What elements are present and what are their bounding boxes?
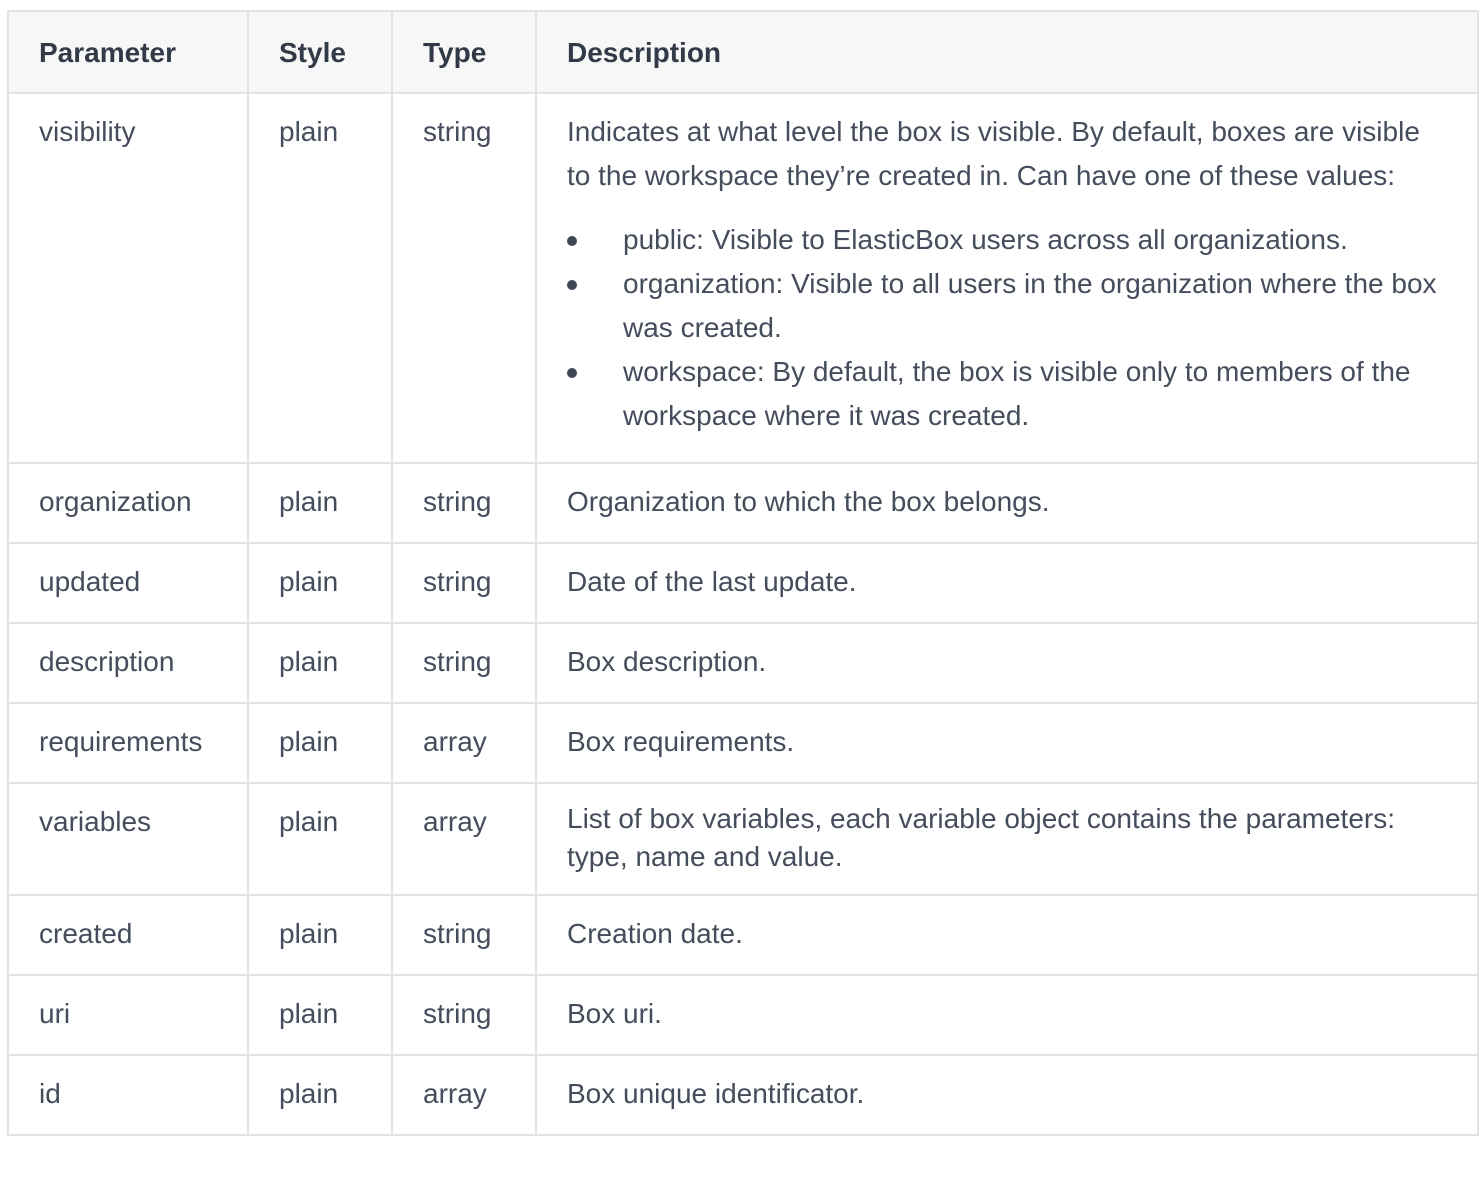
parameters-table: Parameter Style Type Description visibil… — [7, 10, 1479, 1136]
table-row: description plain string Box description… — [7, 622, 1479, 704]
cell-description: Box requirements. — [535, 702, 1479, 784]
cell-type: array — [391, 782, 537, 896]
list-item-text: public: Visible to ElasticBox users acro… — [623, 224, 1348, 255]
cell-parameter: variables — [7, 782, 249, 896]
cell-style: plain — [247, 782, 393, 896]
table-row: uri plain string Box uri. — [7, 974, 1479, 1056]
cell-description: Creation date. — [535, 894, 1479, 976]
cell-style: plain — [247, 622, 393, 704]
cell-type: string — [391, 92, 537, 464]
cell-description: Box unique identificator. — [535, 1054, 1479, 1136]
cell-parameter: created — [7, 894, 249, 976]
cell-type: string — [391, 622, 537, 704]
cell-type: string — [391, 462, 537, 544]
cell-description: Date of the last update. — [535, 542, 1479, 624]
description-text: Indicates at what level the box is visib… — [567, 116, 1420, 191]
cell-style: plain — [247, 702, 393, 784]
cell-style: plain — [247, 974, 393, 1056]
cell-parameter: visibility — [7, 92, 249, 464]
header-style: Style — [247, 10, 393, 94]
cell-style: plain — [247, 462, 393, 544]
cell-style: plain — [247, 92, 393, 464]
cell-description: Indicates at what level the box is visib… — [535, 92, 1479, 464]
table-row: requirements plain array Box requirement… — [7, 702, 1479, 784]
cell-style: plain — [247, 542, 393, 624]
cell-style: plain — [247, 1054, 393, 1136]
cell-description: Box uri. — [535, 974, 1479, 1056]
cell-parameter: id — [7, 1054, 249, 1136]
cell-type: array — [391, 1054, 537, 1136]
list-item: workspace: By default, the box is visibl… — [567, 350, 1447, 438]
bullet-icon — [567, 280, 577, 290]
table-row: variables plain array List of box variab… — [7, 782, 1479, 896]
list-item: public: Visible to ElasticBox users acro… — [567, 218, 1447, 262]
bullet-icon — [567, 368, 577, 378]
cell-parameter: requirements — [7, 702, 249, 784]
table-body: visibility plain string Indicates at wha… — [7, 92, 1479, 1136]
cell-type: string — [391, 542, 537, 624]
table-row: created plain string Creation date. — [7, 894, 1479, 976]
header-parameter: Parameter — [7, 10, 249, 94]
cell-parameter: description — [7, 622, 249, 704]
table-row: id plain array Box unique identificator. — [7, 1054, 1479, 1136]
header-description: Description — [535, 10, 1479, 94]
cell-parameter: uri — [7, 974, 249, 1056]
cell-parameter: updated — [7, 542, 249, 624]
list-item-text: workspace: By default, the box is visibl… — [623, 356, 1411, 431]
cell-type: string — [391, 894, 537, 976]
cell-type: string — [391, 974, 537, 1056]
header-type: Type — [391, 10, 537, 94]
cell-type: array — [391, 702, 537, 784]
cell-description: List of box variables, each variable obj… — [535, 782, 1479, 896]
cell-description: Box description. — [535, 622, 1479, 704]
list-item-text: organization: Visible to all users in th… — [623, 268, 1437, 343]
table-row: updated plain string Date of the last up… — [7, 542, 1479, 624]
table-row: organization plain string Organization t… — [7, 462, 1479, 544]
cell-style: plain — [247, 894, 393, 976]
header-row: Parameter Style Type Description — [7, 10, 1479, 94]
table-header: Parameter Style Type Description — [7, 10, 1479, 94]
table-row: visibility plain string Indicates at wha… — [7, 92, 1479, 464]
cell-parameter: organization — [7, 462, 249, 544]
bullet-icon — [567, 236, 577, 246]
cell-description: Organization to which the box belongs. — [535, 462, 1479, 544]
list-item: organization: Visible to all users in th… — [567, 262, 1447, 350]
values-list: public: Visible to ElasticBox users acro… — [567, 218, 1447, 438]
